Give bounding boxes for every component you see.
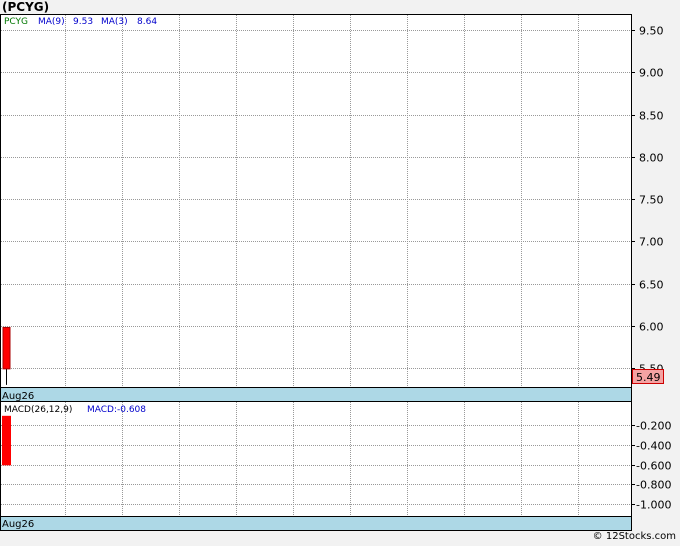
macd-legend-label: MACD(26,12,9) bbox=[4, 405, 72, 415]
macd-panel bbox=[0, 401, 632, 517]
macd-axis: -0.200 -0.400 -0.600 -0.800 -1.000 bbox=[631, 420, 671, 512]
price-tick-label: 6.50 bbox=[639, 279, 664, 292]
price-tick-label: 6.00 bbox=[639, 321, 664, 334]
ma3-value: 8.64 bbox=[137, 17, 157, 27]
macd-value: -0.608 bbox=[117, 405, 146, 415]
candle-body bbox=[2, 326, 11, 370]
macd-tick-label: -0.200 bbox=[636, 420, 671, 433]
ma9-value: 9.53 bbox=[73, 17, 93, 27]
price-axis: 9.509.008.508.007.507.006.506.005.50 bbox=[631, 25, 664, 376]
last-price-label: 5.49 bbox=[636, 371, 661, 384]
macd-tick-label: -1.000 bbox=[636, 499, 671, 512]
price-date-band bbox=[0, 387, 632, 403]
macd-tick-label: -0.800 bbox=[636, 479, 671, 492]
ma3-label: MA(3) bbox=[101, 17, 128, 27]
ticker-label: PCYG bbox=[4, 17, 28, 27]
chart-canvas: 9.509.008.508.007.507.006.506.005.50 PCY… bbox=[0, 14, 671, 531]
price-tick-label: 7.50 bbox=[639, 194, 664, 207]
macd-tick-label: -0.400 bbox=[636, 440, 671, 453]
ma9-label: MA(9) bbox=[38, 17, 65, 27]
price-date-label: Aug26 bbox=[2, 391, 34, 402]
macd-series bbox=[2, 415, 11, 466]
macd-tick-label: -0.600 bbox=[636, 460, 671, 473]
footer-copyright: © 12Stocks.com bbox=[592, 531, 676, 542]
macd-date-label: Aug26 bbox=[2, 519, 34, 530]
macd-date-band bbox=[0, 516, 632, 531]
price-tick-label: 9.00 bbox=[639, 67, 664, 80]
price-tick-label: 8.00 bbox=[639, 152, 664, 165]
price-panel bbox=[0, 14, 632, 388]
macd-bar bbox=[2, 415, 11, 466]
price-tick-label: 8.50 bbox=[639, 110, 664, 123]
price-tick-label: 7.00 bbox=[639, 236, 664, 249]
macd-value-label: MACD: bbox=[87, 405, 117, 415]
price-tick-label: 9.50 bbox=[639, 25, 664, 38]
